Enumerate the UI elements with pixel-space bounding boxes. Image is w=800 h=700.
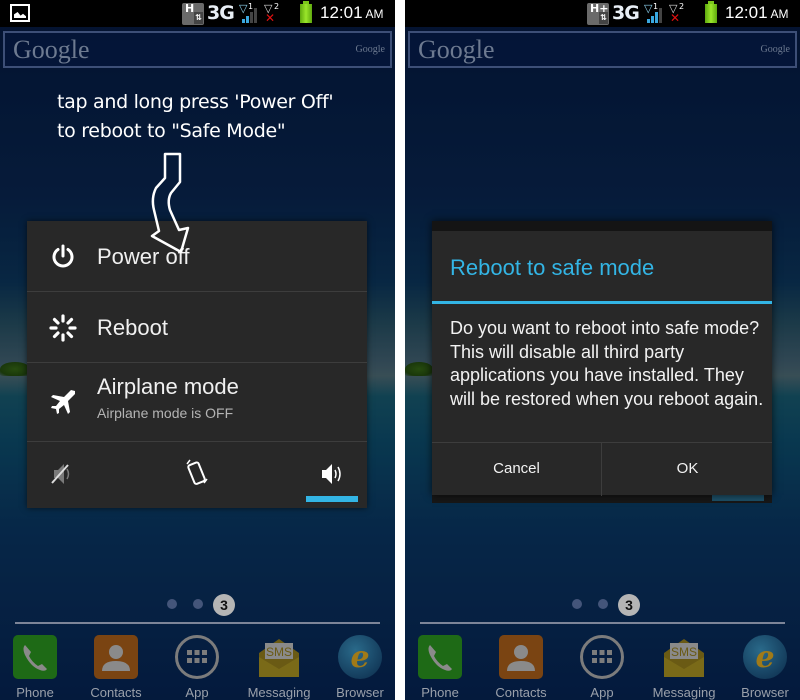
- google-small-logo: Google: [355, 44, 385, 55]
- svg-text:e: e: [755, 640, 774, 675]
- sim2-no-signal-icon: ▽ 2 ✕: [264, 2, 280, 25]
- right-screenshot: H+ ⇅ 3G ▽ 1 ▽ 2 ✕ 12:01 AM Google Google Rebo…: [405, 0, 800, 700]
- gallery-notification-icon: [10, 4, 30, 22]
- sound-mode-selector: [27, 442, 367, 508]
- page-dot-2[interactable]: [193, 599, 203, 609]
- sound-mode-vibrate-button[interactable]: [167, 454, 227, 494]
- apps-label: App: [185, 685, 209, 700]
- status-bar: H+ ⇅ 3G ▽ 1 ▽ 2 ✕ 12:01 AM: [405, 0, 800, 27]
- sim1-signal-icon: ▽ 1: [239, 2, 261, 23]
- safe-mode-dialog: Reboot to safe mode Do you want to reboo…: [432, 221, 772, 496]
- google-small-logo: Google: [760, 44, 790, 55]
- sim1-signal-icon: ▽ 1: [644, 2, 666, 23]
- page-indicator: 3: [405, 592, 800, 616]
- svg-text:SMS: SMS: [671, 645, 697, 659]
- phone-icon: [13, 635, 57, 679]
- phone-label: Phone: [421, 685, 459, 700]
- sound-on-icon: [322, 464, 341, 484]
- data-h-icon: H ⇅: [182, 3, 204, 25]
- page-indicator: 3: [0, 592, 395, 616]
- google-logo: Google: [418, 35, 495, 64]
- dialog-message: Do you want to reboot into safe mode? Th…: [450, 318, 764, 409]
- sms-icon: SMS: [662, 635, 706, 679]
- sound-mode-silent-button[interactable]: [32, 454, 92, 494]
- messaging-label: Messaging: [247, 685, 311, 700]
- airplane-icon: [51, 390, 75, 414]
- apps-grid-icon: [580, 635, 624, 679]
- google-logo: Google: [13, 35, 90, 64]
- page-dot-2[interactable]: [598, 599, 608, 609]
- google-search-widget[interactable]: Google Google: [408, 31, 797, 68]
- browser-label: Browser: [336, 685, 384, 700]
- silent-icon: [51, 464, 70, 484]
- contacts-label: Contacts: [90, 685, 142, 700]
- browser-label: Browser: [741, 685, 789, 700]
- battery-icon: [705, 1, 717, 23]
- browser-icon: e: [338, 635, 382, 679]
- dialog-top-strip: [432, 221, 772, 231]
- apps-grid-icon: [175, 635, 219, 679]
- phone-label: Phone: [16, 685, 54, 700]
- selected-sound-mode-indicator: [306, 496, 358, 502]
- page-dot-1[interactable]: [167, 599, 177, 609]
- dialog-title: Reboot to safe mode: [450, 255, 655, 280]
- airplane-mode-label: Airplane mode: [97, 374, 239, 399]
- power-icon: [52, 244, 74, 268]
- menu-item-airplane-mode[interactable]: Airplane mode Airplane mode is OFF: [27, 363, 367, 442]
- reboot-icon: [49, 314, 77, 342]
- page-dot-current[interactable]: 3: [618, 594, 640, 616]
- svg-text:SMS: SMS: [266, 645, 292, 659]
- clock: 12:01 AM: [725, 3, 789, 22]
- cancel-button[interactable]: Cancel: [432, 443, 602, 496]
- ok-button[interactable]: OK: [603, 443, 772, 496]
- vibrate-icon: [186, 459, 208, 485]
- left-screenshot: H ⇅ 3G ▽ 1 ▽ 2 ✕ 12:01 AM Google Google tap a…: [0, 0, 395, 700]
- page-dot-1[interactable]: [572, 599, 582, 609]
- annotation-line-1: tap and long press 'Power Off': [57, 91, 334, 113]
- sound-mode-sound-button[interactable]: [302, 454, 362, 494]
- browser-icon: e: [743, 635, 787, 679]
- messaging-label: Messaging: [652, 685, 716, 700]
- dock-divider: [420, 622, 785, 624]
- sms-icon: SMS: [257, 635, 301, 679]
- instruction-annotation: tap and long press 'Power Off' to reboot…: [57, 88, 334, 146]
- svg-text:e: e: [350, 640, 369, 675]
- page-dot-current[interactable]: 3: [213, 594, 235, 616]
- status-bar: H ⇅ 3G ▽ 1 ▽ 2 ✕ 12:01 AM: [0, 0, 395, 27]
- network-type-label: 3G: [207, 2, 235, 24]
- apps-label: App: [590, 685, 614, 700]
- airplane-mode-status: Airplane mode is OFF: [97, 405, 234, 421]
- dialog-title-divider: [432, 301, 772, 304]
- network-type-label: 3G: [612, 2, 640, 24]
- data-hplus-icon: H+ ⇅: [587, 3, 609, 25]
- dialog-button-bar: Cancel OK: [432, 442, 772, 496]
- reboot-label: Reboot: [97, 315, 168, 340]
- power-options-menu: Power off Reboot Airplane mode Airplane …: [27, 221, 367, 508]
- contacts-label: Contacts: [495, 685, 547, 700]
- battery-icon: [300, 1, 312, 23]
- dock-divider: [15, 622, 380, 624]
- hand-drawn-arrow-icon: [150, 152, 190, 254]
- underlying-menu-edge: [432, 495, 772, 503]
- annotation-line-2: to reboot to "Safe Mode": [57, 120, 286, 142]
- contacts-icon: [499, 635, 543, 679]
- phone-icon: [418, 635, 462, 679]
- sim2-no-signal-icon: ▽ 2 ✕: [669, 2, 685, 25]
- clock: 12:01 AM: [320, 3, 384, 22]
- contacts-icon: [94, 635, 138, 679]
- google-search-widget[interactable]: Google Google: [3, 31, 392, 68]
- menu-item-reboot[interactable]: Reboot: [27, 292, 367, 363]
